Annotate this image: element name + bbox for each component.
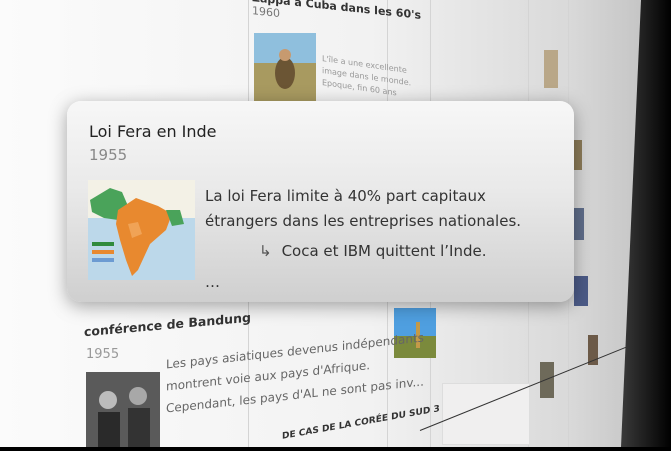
popover-map[interactable] (88, 180, 195, 280)
popover-description: La loi Fera limite à 40% part capitaux é… (205, 187, 522, 230)
event-thumbnail[interactable] (254, 33, 316, 101)
popover-title: Loi Fera en Inde (89, 122, 217, 141)
event-thumbnail[interactable] (574, 208, 584, 240)
consequence-text: Coca et IBM quittent l’Inde. (281, 242, 487, 260)
event-card[interactable] (442, 383, 530, 445)
event-detail-popover[interactable]: Loi Fera en Inde 1955 La loi Fera limite… (67, 101, 574, 302)
conference-photo-image (86, 372, 160, 447)
return-arrow-icon: ↳ (259, 242, 272, 260)
india-map-image (88, 180, 195, 280)
man-with-guitar-image (254, 33, 316, 101)
popover-consequence: ↳ Coca et IBM quittent l’Inde. (259, 242, 486, 260)
event-thumbnail[interactable] (574, 276, 588, 306)
more-ellipsis[interactable]: … (205, 273, 220, 291)
event-thumbnail[interactable] (544, 50, 558, 88)
popover-year: 1955 (89, 146, 128, 164)
event-year: 1955 (86, 347, 120, 362)
event-thumbnail[interactable] (86, 372, 160, 447)
